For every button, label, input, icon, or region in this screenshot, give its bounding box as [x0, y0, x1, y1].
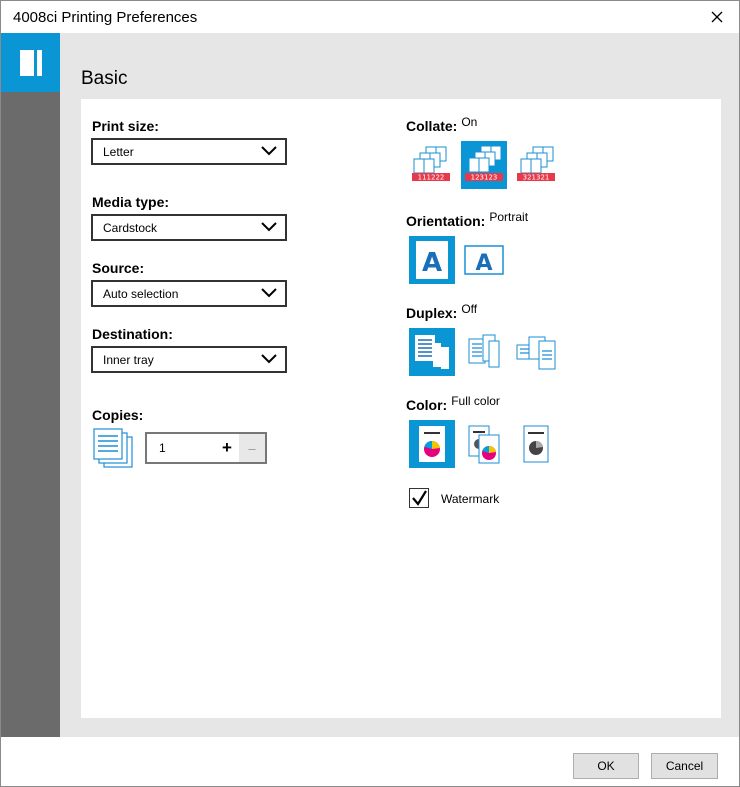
- document-icon: [19, 49, 42, 76]
- collate-label-text: Collate:: [406, 118, 458, 134]
- auto-color-button[interactable]: [461, 420, 507, 468]
- landscape-glyph: A: [475, 251, 492, 276]
- decrement-button[interactable]: –: [239, 434, 265, 462]
- copies-stepper: 1 + –: [145, 432, 267, 464]
- duplex-long-edge-icon: [468, 334, 500, 368]
- increment-button[interactable]: +: [215, 434, 239, 462]
- collate-reverse-button[interactable]: 321321: [513, 141, 559, 189]
- copies-label: Copies:: [92, 407, 144, 423]
- collate-off-button[interactable]: 111222: [408, 141, 454, 189]
- collate-on-button[interactable]: 123123: [461, 141, 507, 189]
- chevron-down-icon: [261, 354, 277, 364]
- grayscale-button[interactable]: [513, 420, 559, 468]
- color-value: Full color: [451, 394, 500, 408]
- color-label-text: Color:: [406, 397, 448, 413]
- color-label: Color: Full color: [406, 394, 500, 413]
- orientation-value: Portrait: [489, 210, 529, 224]
- collate-off-caption: 111222: [418, 174, 445, 182]
- portrait-glyph: A: [422, 248, 442, 278]
- orientation-label: Orientation: Portrait: [406, 210, 529, 229]
- watermark-label: Watermark: [441, 492, 500, 506]
- collate-on-caption: 123123: [471, 174, 498, 182]
- printing-preferences-window: 4008ci Printing Preferences Basic Print …: [0, 0, 740, 787]
- settings-panel: [81, 99, 721, 718]
- source-value: Auto selection: [103, 287, 179, 301]
- page-title: Basic: [81, 68, 128, 89]
- landscape-button[interactable]: A: [461, 236, 507, 284]
- portrait-button[interactable]: A: [409, 236, 455, 284]
- media-type-label: Media type:: [92, 194, 170, 210]
- destination-label: Destination:: [92, 326, 173, 342]
- chevron-down-icon: [261, 288, 277, 298]
- source-label: Source:: [92, 260, 145, 276]
- duplex-off-button[interactable]: [409, 328, 455, 376]
- duplex-value: Off: [461, 302, 478, 316]
- duplex-short-edge-button[interactable]: [513, 328, 559, 376]
- duplex-label-text: Duplex:: [406, 305, 458, 321]
- portrait-icon: A: [416, 241, 448, 279]
- auto-color-icon: [468, 425, 500, 464]
- chevron-down-icon: [261, 222, 277, 232]
- collate-on-icon: 123123: [465, 145, 503, 182]
- media-type-select[interactable]: Cardstock: [91, 214, 287, 241]
- copies-icon: [93, 428, 133, 468]
- collate-off-icon: 111222: [412, 146, 450, 182]
- chevron-down-icon: [261, 146, 277, 156]
- source-select[interactable]: Auto selection: [91, 280, 287, 307]
- media-type-value: Cardstock: [103, 221, 158, 235]
- ok-button[interactable]: OK: [573, 753, 639, 779]
- duplex-short-edge-icon: [516, 336, 556, 370]
- cancel-button[interactable]: Cancel: [651, 753, 718, 779]
- duplex-off-icon: [415, 335, 449, 369]
- full-color-icon: [419, 426, 445, 462]
- duplex-label: Duplex: Off: [406, 302, 478, 321]
- print-size-label: Print size:: [92, 118, 159, 134]
- print-size-value: Letter: [103, 145, 134, 159]
- checkmark-icon: [412, 490, 427, 506]
- collate-reverse-icon: 321321: [517, 146, 555, 182]
- watermark-checkbox[interactable]: [409, 488, 429, 508]
- window-title: 4008ci Printing Preferences: [13, 9, 198, 26]
- collate-label: Collate: On: [406, 115, 478, 134]
- collate-value: On: [461, 115, 478, 129]
- copies-input[interactable]: 1: [159, 441, 166, 455]
- sidebar-item-basic[interactable]: [1, 33, 60, 92]
- collate-reverse-caption: 321321: [523, 174, 550, 182]
- print-size-select[interactable]: Letter: [91, 138, 287, 165]
- sidebar: [1, 33, 60, 737]
- destination-value: Inner tray: [103, 353, 154, 367]
- destination-select[interactable]: Inner tray: [91, 346, 287, 373]
- full-color-button[interactable]: [409, 420, 455, 468]
- title-bar: 4008ci Printing Preferences: [1, 1, 739, 33]
- duplex-long-edge-button[interactable]: [461, 328, 507, 376]
- close-icon: [711, 11, 723, 23]
- landscape-icon: A: [464, 245, 504, 276]
- close-button[interactable]: [695, 1, 739, 33]
- orientation-label-text: Orientation:: [406, 213, 486, 229]
- grayscale-icon: [523, 425, 549, 463]
